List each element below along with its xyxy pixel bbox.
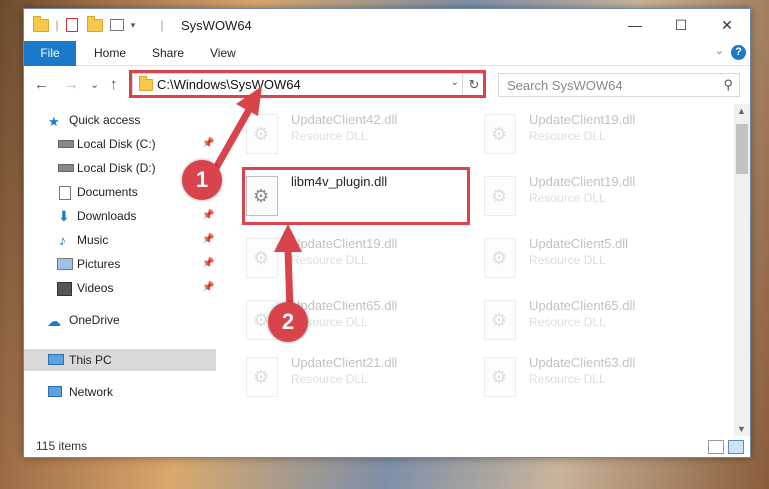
arrow-1 <box>208 86 262 179</box>
annotation-arrows <box>208 86 302 314</box>
step-2-badge: 2 <box>268 302 308 342</box>
step-1-badge: 1 <box>182 160 222 200</box>
arrow-2 <box>274 224 302 314</box>
